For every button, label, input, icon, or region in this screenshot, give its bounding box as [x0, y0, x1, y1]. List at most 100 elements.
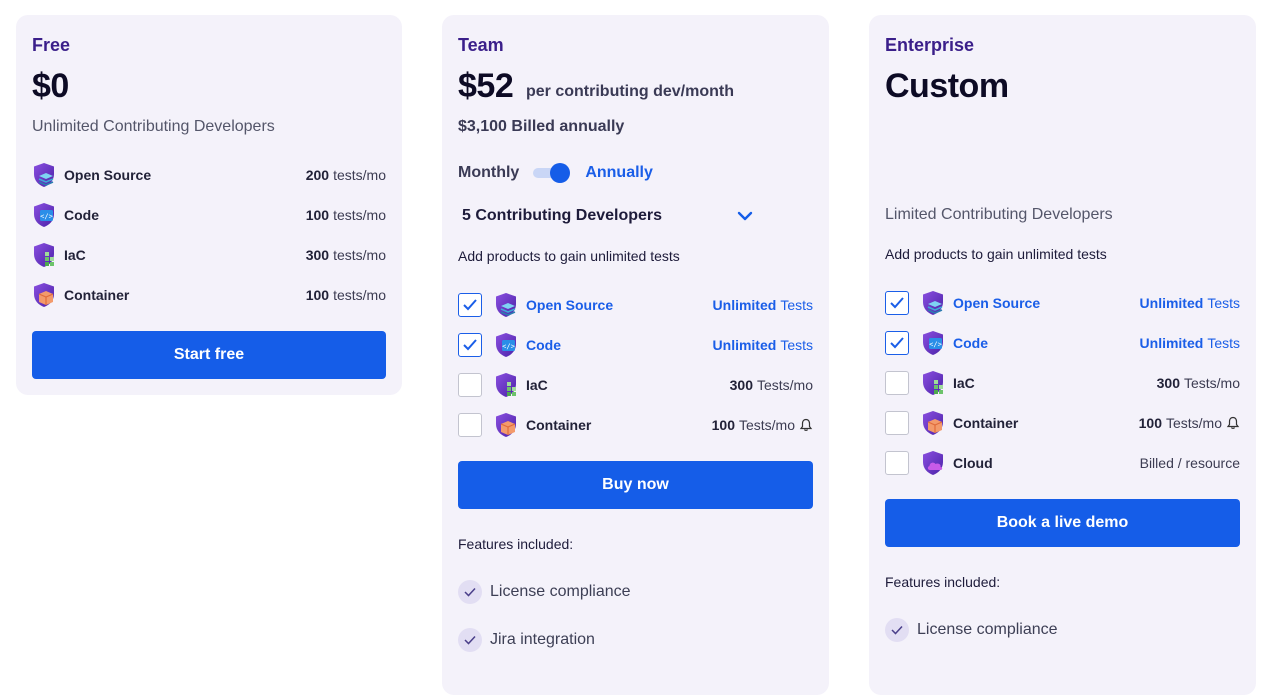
product-quota: 300 Tests/mo: [729, 377, 813, 393]
product-row-iac[interactable]: IaC 300 Tests/mo: [458, 371, 813, 399]
svg-text:</>: </>: [40, 213, 53, 221]
product-quota: Unlimited Tests: [1139, 295, 1240, 311]
checkbox-iac[interactable]: [458, 373, 482, 397]
product-quota: 100 tests/mo: [305, 287, 386, 303]
container-icon: [494, 412, 518, 438]
toggle-label-monthly[interactable]: Monthly: [458, 164, 519, 182]
check-icon: [885, 618, 909, 642]
product-name: IaC: [64, 247, 86, 263]
product-row-container[interactable]: Container 100 Tests/mo: [885, 409, 1240, 437]
code-icon: </>: [494, 332, 518, 358]
check-icon: [458, 580, 482, 604]
developers-dropdown[interactable]: 5 Contributing Developers: [458, 203, 753, 229]
checkbox-iac[interactable]: [885, 371, 909, 395]
team-plan-card: Team $52 per contributing dev/month $3,1…: [442, 15, 829, 695]
open-source-icon: [494, 292, 518, 318]
product-quota: 100 tests/mo: [305, 207, 386, 223]
product-name: Code: [64, 207, 99, 223]
feature-label: License compliance: [490, 583, 631, 600]
features-title: Features included:: [458, 536, 574, 552]
product-row-container: Container 100 tests/mo: [32, 281, 386, 309]
product-name: Code: [953, 335, 988, 351]
toggle-label-annually[interactable]: Annually: [585, 164, 653, 182]
product-quota: Unlimited Tests: [712, 297, 813, 313]
checkbox-open-source[interactable]: [885, 291, 909, 315]
open-source-icon: [32, 162, 56, 188]
product-name: IaC: [953, 375, 975, 391]
svg-text:</>: </>: [929, 341, 942, 349]
plan-name: Free: [32, 35, 71, 55]
product-row-open-source: Open Source 200 tests/mo: [32, 161, 386, 189]
code-icon: </>: [921, 330, 945, 356]
product-name: Open Source: [953, 295, 1041, 311]
product-name: IaC: [526, 377, 548, 393]
product-row-code[interactable]: </> Code Unlimited Tests: [458, 331, 813, 359]
product-name: Open Source: [526, 297, 614, 313]
product-quota: Unlimited Tests: [1139, 335, 1240, 351]
free-plan-card: Free $0 Unlimited Contributing Developer…: [16, 15, 402, 395]
product-name: Cloud: [953, 455, 993, 471]
product-quota: 300 Tests/mo: [1156, 375, 1240, 391]
check-icon: [458, 628, 482, 652]
bell-icon[interactable]: [1226, 416, 1240, 430]
billing-toggle-row: Monthly Annually: [458, 163, 653, 183]
plan-subtitle: Unlimited Contributing Developers: [32, 118, 275, 135]
billed-annually: $3,100 Billed annually: [458, 118, 625, 135]
buy-now-button[interactable]: Buy now: [458, 461, 813, 509]
feature-item: License compliance: [458, 580, 631, 604]
svg-text:</>: </>: [502, 343, 515, 351]
plan-name: Team: [458, 35, 504, 55]
plan-subtitle: Limited Contributing Developers: [885, 206, 1113, 223]
container-icon: [32, 282, 56, 308]
feature-item: Jira integration: [458, 628, 595, 652]
cloud-icon: [921, 450, 945, 476]
plan-price: Custom: [885, 67, 1009, 105]
feature-item: License compliance: [885, 618, 1058, 642]
checkbox-container[interactable]: [458, 413, 482, 437]
start-free-button[interactable]: Start free: [32, 331, 386, 379]
checkbox-code[interactable]: [885, 331, 909, 355]
checkbox-code[interactable]: [458, 333, 482, 357]
product-row-cloud[interactable]: Cloud Billed / resource: [885, 449, 1240, 477]
product-name: Code: [526, 337, 561, 353]
product-row-open-source[interactable]: Open Source Unlimited Tests: [458, 291, 813, 319]
open-source-icon: [921, 290, 945, 316]
product-row-iac[interactable]: IaC 300 Tests/mo: [885, 369, 1240, 397]
feature-label: License compliance: [917, 621, 1058, 638]
chevron-down-icon: [737, 211, 753, 221]
products-note: Add products to gain unlimited tests: [885, 246, 1107, 262]
product-name: Open Source: [64, 167, 152, 183]
iac-icon: [921, 370, 943, 396]
feature-label: Jira integration: [490, 631, 595, 648]
plan-price: $52: [458, 67, 514, 105]
product-quota: Unlimited Tests: [712, 337, 813, 353]
plan-price: $0: [32, 67, 69, 105]
plan-name: Enterprise: [885, 35, 975, 55]
enterprise-plan-card: Enterprise Custom Limited Contributing D…: [869, 15, 1256, 695]
container-icon: [921, 410, 945, 436]
product-row-code: </> Code 100 tests/mo: [32, 201, 386, 229]
price-unit: per contributing dev/month: [526, 83, 734, 100]
code-icon: </>: [32, 202, 56, 228]
checkbox-container[interactable]: [885, 411, 909, 435]
iac-icon: [494, 372, 516, 398]
product-quota: Billed / resource: [1139, 455, 1240, 471]
product-row-open-source[interactable]: Open Source Unlimited Tests: [885, 289, 1240, 317]
product-row-container[interactable]: Container 100 Tests/mo: [458, 411, 813, 439]
product-quota: 100 Tests/mo: [1139, 415, 1240, 431]
book-demo-button[interactable]: Book a live demo: [885, 499, 1240, 547]
product-quota: 200 tests/mo: [305, 167, 386, 183]
product-quota: 300 tests/mo: [305, 247, 386, 263]
billing-toggle[interactable]: [533, 163, 571, 183]
product-name: Container: [526, 417, 592, 433]
product-name: Container: [953, 415, 1019, 431]
product-name: Container: [64, 287, 130, 303]
checkbox-cloud[interactable]: [885, 451, 909, 475]
products-note: Add products to gain unlimited tests: [458, 248, 680, 264]
developers-selected: 5 Contributing Developers: [462, 207, 663, 224]
checkbox-open-source[interactable]: [458, 293, 482, 317]
product-row-iac: IaC 300 tests/mo: [32, 241, 386, 269]
features-title: Features included:: [885, 574, 1001, 590]
product-row-code[interactable]: </> Code Unlimited Tests: [885, 329, 1240, 357]
bell-icon[interactable]: [799, 418, 813, 432]
